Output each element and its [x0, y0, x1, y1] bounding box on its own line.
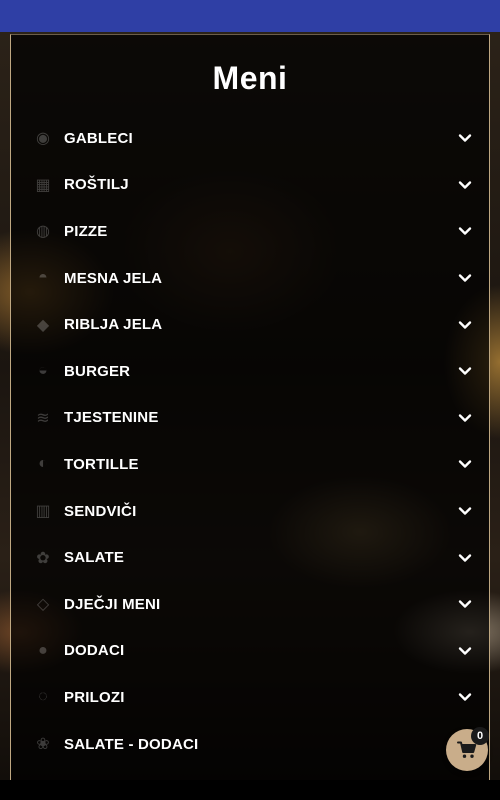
menu-item-label: SALATE: [64, 549, 125, 567]
tortilla-icon: ◐: [38, 455, 48, 473]
chevron-down-icon[interactable]: [458, 411, 472, 425]
meat-icon: ◓: [38, 269, 48, 287]
bowl-icon: ◉: [36, 130, 50, 148]
chevron-down-icon[interactable]: [458, 131, 472, 145]
grill-icon: ▦: [35, 176, 51, 194]
menu-item-label: SALATE - DODACI: [64, 735, 199, 753]
menu-item-salate[interactable]: ✿ SALATE: [10, 534, 490, 581]
cart-count-badge: 0: [471, 727, 489, 745]
side-dish-icon: ◌: [38, 688, 48, 706]
menu-item-label: DJEČJI MENI: [64, 595, 161, 613]
extras-icon: ●: [38, 641, 48, 659]
chevron-down-icon[interactable]: [458, 271, 472, 285]
menu-item-roštilj[interactable]: ▦ ROŠTILJ: [10, 162, 490, 209]
chevron-down-icon[interactable]: [458, 644, 472, 658]
menu-item-label: RIBLJA JELA: [64, 316, 163, 334]
menu-item-label: BURGER: [64, 362, 131, 380]
menu-item-label: ROŠTILJ: [64, 176, 129, 194]
kids-meal-icon: ◇: [36, 596, 50, 614]
menu-item-tjestenine[interactable]: ≋ TJESTENINE: [10, 395, 490, 442]
menu-item-dodaci[interactable]: ● DODACI: [10, 628, 490, 675]
chevron-down-icon[interactable]: [458, 551, 472, 565]
chevron-down-icon[interactable]: [458, 597, 472, 611]
chevron-down-icon[interactable]: [458, 178, 472, 192]
chevron-down-icon[interactable]: [458, 504, 472, 518]
menu-item-salate-dodaci[interactable]: ❀ SALATE - DODACI: [10, 721, 490, 768]
page-title: Meni: [212, 60, 288, 96]
menu-item-label: DODACI: [64, 642, 125, 660]
chevron-down-icon[interactable]: [458, 224, 472, 238]
menu-item-label: PRILOZI: [64, 688, 125, 706]
cart-icon: [457, 741, 477, 758]
chevron-down-icon[interactable]: [458, 364, 472, 378]
menu-item-tortille[interactable]: ◐ TORTILLE: [10, 441, 490, 488]
chevron-down-icon[interactable]: [458, 457, 472, 471]
salad-icon: ✿: [36, 549, 50, 567]
menu-item-mesna-jela[interactable]: ◓ MESNA JELA: [10, 255, 490, 302]
menu-item-label: PIZZE: [64, 222, 108, 240]
pizza-icon: ◍: [36, 223, 50, 241]
status-bar: [0, 0, 500, 32]
menu-item-label: TORTILLE: [64, 455, 139, 473]
menu-item-burger[interactable]: ◒ BURGER: [10, 348, 490, 395]
menu-item-gableci[interactable]: ◉ GABLECI: [10, 115, 490, 162]
sandwich-icon: ▥: [35, 503, 51, 521]
menu-item-sendviči[interactable]: ▥ SENDVIČI: [10, 488, 490, 535]
menu-item-dječji-meni[interactable]: ◇ DJEČJI MENI: [10, 581, 490, 628]
category-menu: ◉ GABLECI ▦ ROŠTILJ ◍ PIZZE ◓ MESNA JELA ◆ RIBLJA…: [10, 115, 490, 767]
menu-item-label: TJESTENINE: [64, 409, 159, 427]
chevron-down-icon[interactable]: [458, 318, 472, 332]
bottom-strip: [0, 780, 500, 800]
pasta-icon: ≋: [36, 409, 50, 427]
burger-icon: ◒: [38, 362, 48, 380]
menu-item-label: SENDVIČI: [64, 502, 137, 520]
salad-extras-icon: ❀: [36, 736, 50, 754]
menu-item-label: GABLECI: [64, 129, 133, 147]
menu-item-riblja-jela[interactable]: ◆ RIBLJA JELA: [10, 301, 490, 348]
menu-item-label: MESNA JELA: [64, 269, 163, 287]
chevron-down-icon[interactable]: [458, 690, 472, 704]
menu-item-pizze[interactable]: ◍ PIZZE: [10, 208, 490, 255]
menu-item-prilozi[interactable]: ◌ PRILOZI: [10, 674, 490, 721]
fish-icon: ◆: [36, 316, 50, 334]
